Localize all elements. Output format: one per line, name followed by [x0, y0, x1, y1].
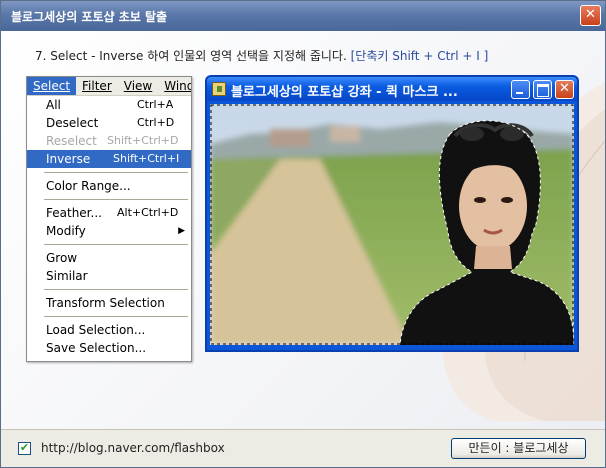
menu-item-grow[interactable]: Grow	[27, 249, 191, 267]
menu-item-label: Deselect	[46, 116, 99, 130]
bottom-bar: ✔ http://blog.naver.com/flashbox 만든이 : 블…	[1, 429, 605, 467]
menu-item-feather[interactable]: Feather... Alt+Ctrl+D	[27, 204, 191, 222]
menu-window[interactable]: Wind	[158, 77, 191, 95]
menu-item-label: Inverse	[46, 152, 91, 166]
menu-separator	[27, 195, 191, 204]
menu-separator	[27, 240, 191, 249]
menu-item-label: Save Selection...	[46, 341, 147, 355]
menu-item-label: Feather...	[46, 206, 102, 220]
photo-window-close-button[interactable]: ✕	[555, 80, 574, 99]
menu-filter[interactable]: Filter	[76, 77, 118, 95]
menu-item-label: All	[46, 98, 61, 112]
menu-item-shortcut: Ctrl+A	[137, 98, 174, 111]
menu-item-load-selection[interactable]: Load Selection...	[27, 321, 191, 339]
menu-item-shortcut: Shift+Ctrl+D	[107, 134, 179, 147]
menu-item-modify[interactable]: Modify ▶	[27, 222, 191, 240]
menu-view[interactable]: View	[118, 77, 158, 95]
menu-item-label: Similar	[46, 269, 88, 283]
photo-window-title-bar[interactable]: 블로그세상의 포토샵 강좌 - 퀵 마스크 ... ✕	[207, 77, 577, 101]
menu-item-transform-selection[interactable]: Transform Selection	[27, 294, 191, 312]
option-checkbox[interactable]: ✔	[18, 442, 31, 455]
main-window: 블로그세상의 포토샵 초보 탈출 ✕ 7. Select - Inverse 하…	[0, 0, 606, 468]
menu-item-save-selection[interactable]: Save Selection...	[27, 339, 191, 357]
menu-item-label: Modify	[46, 224, 86, 238]
menu-item-similar[interactable]: Similar	[27, 267, 191, 285]
close-button[interactable]: ✕	[580, 5, 601, 26]
menu-separator	[27, 312, 191, 321]
instruction-text: 7. Select - Inverse 하여 인물외 영역 선택을 지정해 줍니…	[35, 47, 488, 64]
menu-separator	[27, 168, 191, 177]
menu-item-label: Color Range...	[46, 179, 131, 193]
photoshop-menu-panel: SelectFilterViewWind All Ctrl+A Deselect…	[26, 76, 192, 362]
maximize-button[interactable]	[533, 80, 552, 99]
minimize-button[interactable]	[511, 80, 530, 99]
menu-item-deselect[interactable]: Deselect Ctrl+D	[27, 114, 191, 132]
menu-bar: SelectFilterViewWind	[27, 77, 191, 96]
menu-item-shortcut: Ctrl+D	[137, 116, 175, 129]
submenu-arrow-icon: ▶	[178, 226, 185, 236]
photo-window: 블로그세상의 포토샵 강좌 - 퀵 마스크 ... ✕	[205, 75, 579, 352]
menu-item-label: Grow	[46, 251, 78, 265]
menu-item-label: Transform Selection	[46, 296, 165, 310]
menu-item-label: Reselect	[46, 134, 97, 148]
menu-item-reselect: Reselect Shift+Ctrl+D	[27, 132, 191, 150]
instruction-main: 7. Select - Inverse 하여 인물외 영역 선택을 지정해 줍니…	[35, 49, 347, 63]
content-area: 7. Select - Inverse 하여 인물외 영역 선택을 지정해 줍니…	[1, 31, 605, 429]
photo-window-title: 블로그세상의 포토샵 강좌 - 퀵 마스크 ...	[231, 85, 458, 100]
blog-url[interactable]: http://blog.naver.com/flashbox	[41, 441, 225, 455]
menu-item-color-range[interactable]: Color Range...	[27, 177, 191, 195]
menu-select[interactable]: Select	[27, 77, 77, 95]
menu-item-label: Load Selection...	[46, 323, 146, 337]
menu-item-shortcut: Shift+Ctrl+I	[113, 152, 180, 165]
select-menu-dropdown: All Ctrl+A Deselect Ctrl+D Reselect Shif…	[27, 96, 191, 357]
menu-item-inverse[interactable]: Inverse Shift+Ctrl+I	[27, 150, 191, 168]
menu-separator	[27, 285, 191, 294]
portrait-photo	[210, 104, 574, 345]
menu-item-shortcut: Alt+Ctrl+D	[117, 206, 179, 219]
image-document-icon	[212, 82, 226, 96]
photo-canvas[interactable]	[210, 104, 574, 345]
window-title: 블로그세상의 포토샵 초보 탈출	[11, 10, 168, 24]
menu-item-all[interactable]: All Ctrl+A	[27, 96, 191, 114]
title-bar[interactable]: 블로그세상의 포토샵 초보 탈출 ✕	[1, 1, 605, 31]
maker-button[interactable]: 만든이 : 블로그세상	[451, 438, 586, 459]
instruction-shortcut: [단축키 Shift + Ctrl + I ]	[350, 49, 489, 63]
